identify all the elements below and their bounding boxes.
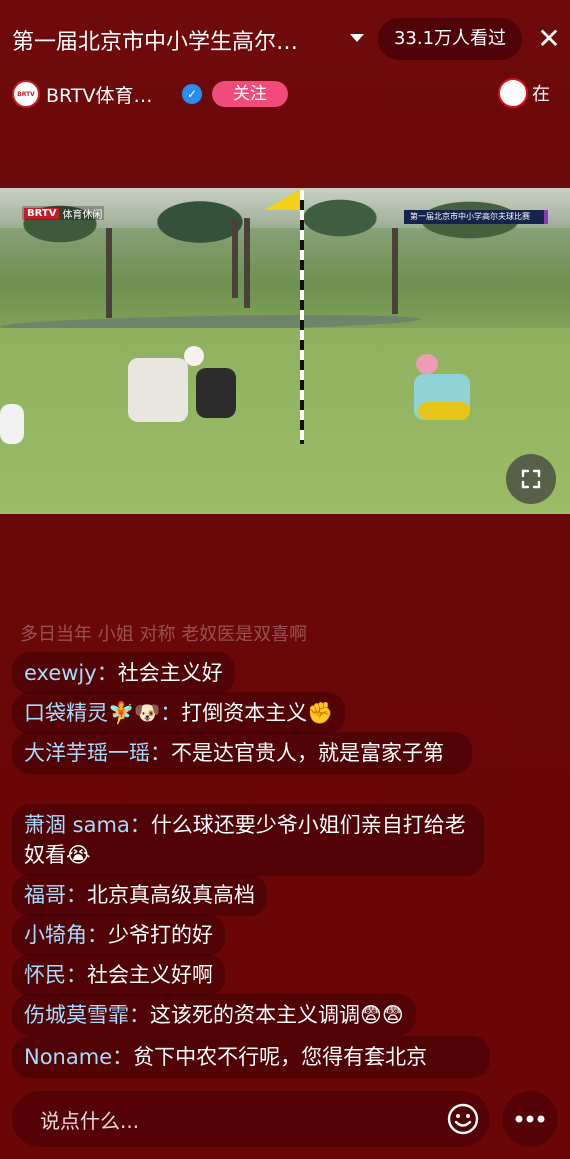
comment-input[interactable]: 说点什么... (12, 1091, 490, 1147)
comment-placeholder: 说点什么... (40, 1109, 140, 1133)
chat-message: Noname：贫下中农不行呢，您得有套北京 (12, 1036, 490, 1078)
video-player[interactable]: BRTV 体育休闲 第一届北京市中小学高尔夫球比赛 (0, 188, 570, 514)
related-channel-chip[interactable]: 在 (498, 78, 570, 108)
video-channel-text: 体育休闲 (62, 209, 103, 221)
emoji-icon[interactable] (446, 1102, 480, 1136)
chat-username[interactable]: 伤城莫雪霏： (24, 1003, 150, 1027)
chat-text: 少爷打的好 (108, 923, 213, 947)
tree-trunk (392, 228, 398, 314)
chat-message: 萧涸 sama：什么球还要少爷小姐们亲自打给老奴看😭 (12, 804, 484, 876)
close-icon[interactable]: ✕ (532, 22, 566, 56)
related-channel-avatar (498, 78, 528, 108)
chat-username[interactable]: exewjy： (24, 661, 118, 685)
chat-text: 社会主义好 (117, 661, 223, 685)
video-channel-logo: BRTV (24, 207, 60, 219)
edge-figure (0, 404, 24, 444)
video-event-badge: 第一届北京市中小学高尔夫球比赛 (404, 210, 548, 224)
channel-row: BRTV BRTV体育… ✓ 关注 (8, 76, 288, 112)
chat-message: 怀民：社会主义好啊 (12, 954, 225, 996)
chat-username[interactable]: 大洋芋瑶一瑶： (24, 741, 171, 765)
expand-icon (521, 469, 541, 489)
more-icon (515, 1115, 545, 1123)
more-button[interactable] (502, 1091, 558, 1147)
putting-green (0, 328, 570, 514)
chat-message: 福哥：北京真高级真高档 (12, 874, 267, 916)
player-figure (196, 368, 236, 418)
golf-flag (264, 188, 302, 210)
verified-icon: ✓ (182, 84, 202, 104)
tree-trunk (106, 228, 112, 318)
chat-message: 口袋精灵🧚🐶：打倒资本主义✊ (12, 692, 346, 734)
related-channel-label: 在 (532, 84, 550, 105)
fullscreen-button[interactable] (506, 454, 556, 504)
chat-username[interactable]: 怀民： (24, 963, 87, 987)
tree-trunk (232, 218, 238, 298)
top-bar: 第一届北京市中小学生高尔… 33.1万人看过 ✕ (0, 0, 570, 80)
faded-chat-line: 多日当年 小姐 对称 老奴医是双喜啊 (20, 624, 308, 642)
girl-pants (418, 402, 470, 420)
video-channel-badge: BRTV 体育休闲 (22, 206, 105, 221)
flag-pole (300, 190, 304, 444)
chat-username[interactable]: 小犄角： (24, 923, 108, 947)
chat-username[interactable]: 口袋精灵🧚🐶： (24, 701, 181, 725)
chat-message: 伤城莫雪霏：这该死的资本主义调调😨😨 (12, 994, 416, 1036)
chat-text: 社会主义好啊 (87, 963, 213, 987)
viewer-count[interactable]: 33.1万人看过 (378, 18, 522, 60)
girl-cap (416, 354, 438, 374)
chat-text: 贫下中农不行呢，您得有套北京 (133, 1045, 428, 1069)
follow-button[interactable]: 关注 (212, 81, 288, 107)
live-title[interactable]: 第一届北京市中小学生高尔… (12, 24, 342, 56)
channel-avatar[interactable]: BRTV (12, 80, 40, 108)
chat-message: 小犄角：少爷打的好 (12, 914, 225, 956)
chat-username[interactable]: 福哥： (24, 883, 87, 907)
chat-message: exewjy：社会主义好 (12, 652, 235, 694)
chat-username[interactable]: Noname： (24, 1045, 133, 1069)
chat-username[interactable]: 萧涸 sama： (24, 813, 151, 837)
chat-text: 这该死的资本主义调调😨😨 (150, 1003, 404, 1027)
chat-message: 大洋芋瑶一瑶：不是达官贵人，就是富家子第 (12, 732, 472, 774)
tree-trunk (244, 218, 250, 308)
chat-text: 不是达官贵人，就是富家子第 (171, 741, 444, 765)
chat-text: 打倒资本主义✊ (181, 701, 334, 725)
chat-text: 北京真高级真高档 (87, 883, 255, 907)
player-head (184, 346, 204, 366)
channel-name[interactable]: BRTV体育… (46, 81, 174, 108)
chevron-down-icon[interactable] (350, 34, 364, 42)
caddie-figure (128, 358, 188, 422)
